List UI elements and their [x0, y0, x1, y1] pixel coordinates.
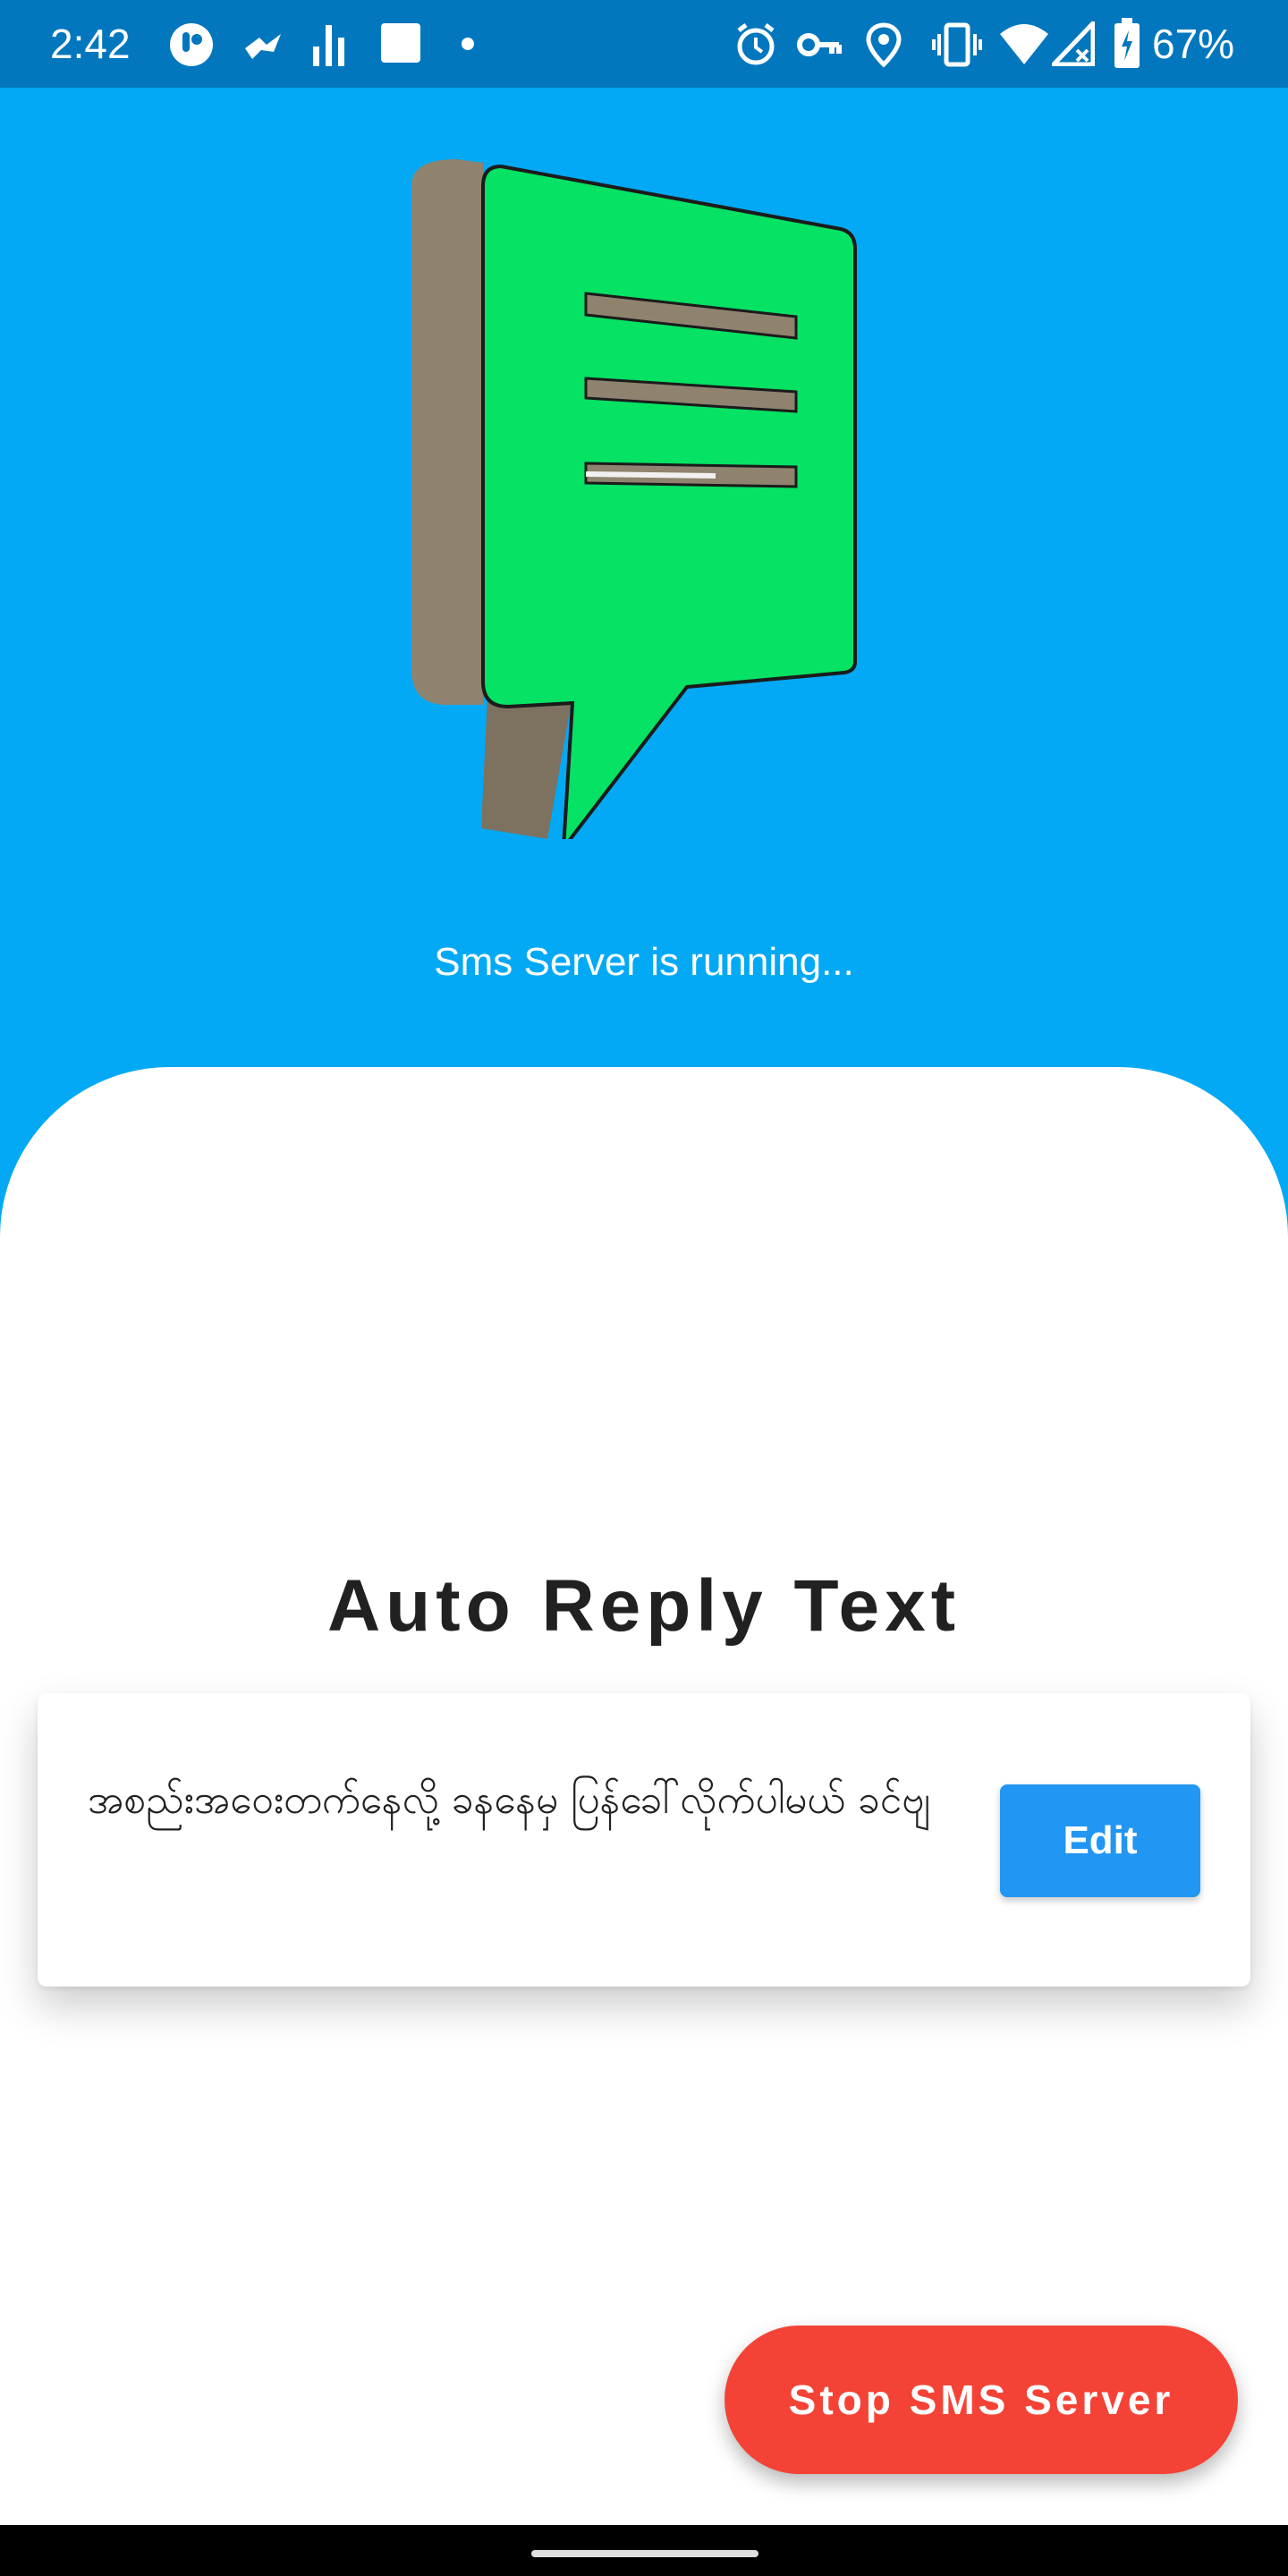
vpn-key-icon: [797, 33, 842, 56]
bird-notification-icon: [245, 34, 281, 59]
auto-reply-title: Auto Reply Text: [326, 1565, 962, 1647]
auto-reply-card: အစည်းအဝေးတက်နေလို့ ခနနေမှ ပြန်ခေါ်လိုက်ပ…: [38, 1693, 1250, 1987]
auto-reply-message: အစည်းအဝေးတက်နေလို့ ခနနေမှ ပြန်ခေါ်လိုက်ပ…: [88, 1777, 931, 1823]
edit-button[interactable]: Edit: [1000, 1784, 1200, 1897]
status-bar: 2:42 67%: [0, 0, 1288, 88]
wifi-icon: [1000, 24, 1048, 64]
battery-charging-icon: [1114, 18, 1140, 68]
vibrate-icon: [932, 22, 982, 67]
home-gesture-handle[interactable]: [531, 2550, 758, 2557]
alarm-icon: [737, 23, 775, 65]
dot-notification-icon: [462, 38, 474, 50]
server-status-text: Sms Server is running...: [434, 940, 854, 984]
location-icon: [866, 22, 902, 68]
app-notification-icon: [170, 23, 213, 66]
content-sheet: Auto Reply Text အစည်းအဝေးတက်နေလို့ ခနနေမ…: [0, 1067, 1288, 2525]
chart-notification-icon: [313, 25, 344, 66]
status-time: 2:42: [50, 21, 131, 67]
stop-sms-server-button[interactable]: Stop SMS Server: [724, 2326, 1238, 2474]
square-notification-icon: [381, 23, 420, 63]
sms-message-bubble-icon: [411, 159, 857, 839]
navigation-bar: [0, 2525, 1288, 2576]
battery-percent: 67%: [1152, 21, 1235, 67]
cell-signal-icon: [1052, 21, 1095, 66]
